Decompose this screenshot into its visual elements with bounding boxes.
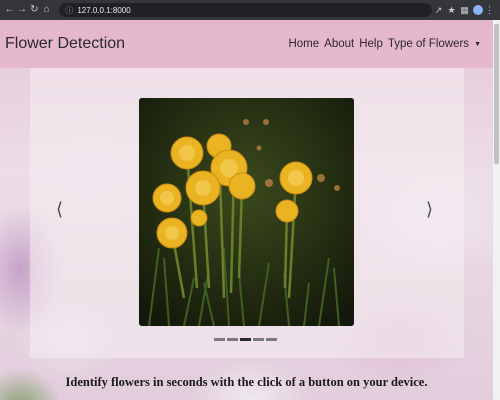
back-icon[interactable]: ← [4, 0, 15, 20]
carousel-indicator-active[interactable] [240, 338, 251, 341]
menu-icon[interactable]: ⋮ [483, 5, 496, 16]
lock-icon[interactable]: ⓘ [65, 5, 73, 16]
navbar: Flower Detection Home About Help Type of… [0, 20, 493, 68]
brand-title[interactable]: Flower Detection [5, 35, 125, 53]
browser-toolbar: ← → ↻ ⌂ ⓘ 127.0.0.1:8000 ↗ ★ ▦ ⋮ [0, 0, 500, 20]
page-scrollbar[interactable] [493, 20, 500, 400]
carousel-indicator[interactable] [214, 338, 225, 341]
star-icon[interactable]: ★ [445, 5, 458, 16]
reload-icon[interactable]: ↻ [29, 0, 40, 20]
extensions-icon[interactable]: ▦ [458, 5, 471, 16]
carousel-indicator[interactable] [253, 338, 264, 341]
dandelion-photo [139, 98, 354, 326]
home-icon[interactable]: ⌂ [41, 0, 52, 20]
url-text[interactable]: 127.0.0.1:8000 [77, 6, 130, 15]
carousel-prev-icon[interactable]: ⟨ [56, 200, 63, 220]
address-bar[interactable]: ⓘ 127.0.0.1:8000 [59, 3, 432, 17]
nav-home-link[interactable]: Home [288, 38, 319, 50]
forward-icon[interactable]: → [16, 0, 27, 20]
nav-help-link[interactable]: Help [359, 38, 383, 50]
nav-about-link[interactable]: About [324, 38, 354, 50]
tagline-text: Identify flowers in seconds with the cli… [65, 375, 428, 389]
profile-icon[interactable] [473, 5, 483, 15]
carousel-indicators [214, 338, 279, 341]
carousel-next-icon[interactable]: ⟩ [426, 200, 433, 220]
nav-type-of-flowers-dropdown[interactable]: Type of Flowers [388, 38, 469, 50]
dropdown-caret-icon[interactable]: ▼ [474, 41, 481, 48]
carousel-indicator[interactable] [266, 338, 277, 341]
carousel-slide-image [139, 98, 354, 326]
carousel-indicator[interactable] [227, 338, 238, 341]
scrollbar-thumb[interactable] [494, 24, 499, 164]
nav-links: Home About Help Type of Flowers ▼ [283, 38, 488, 50]
share-icon[interactable]: ↗ [432, 5, 445, 16]
